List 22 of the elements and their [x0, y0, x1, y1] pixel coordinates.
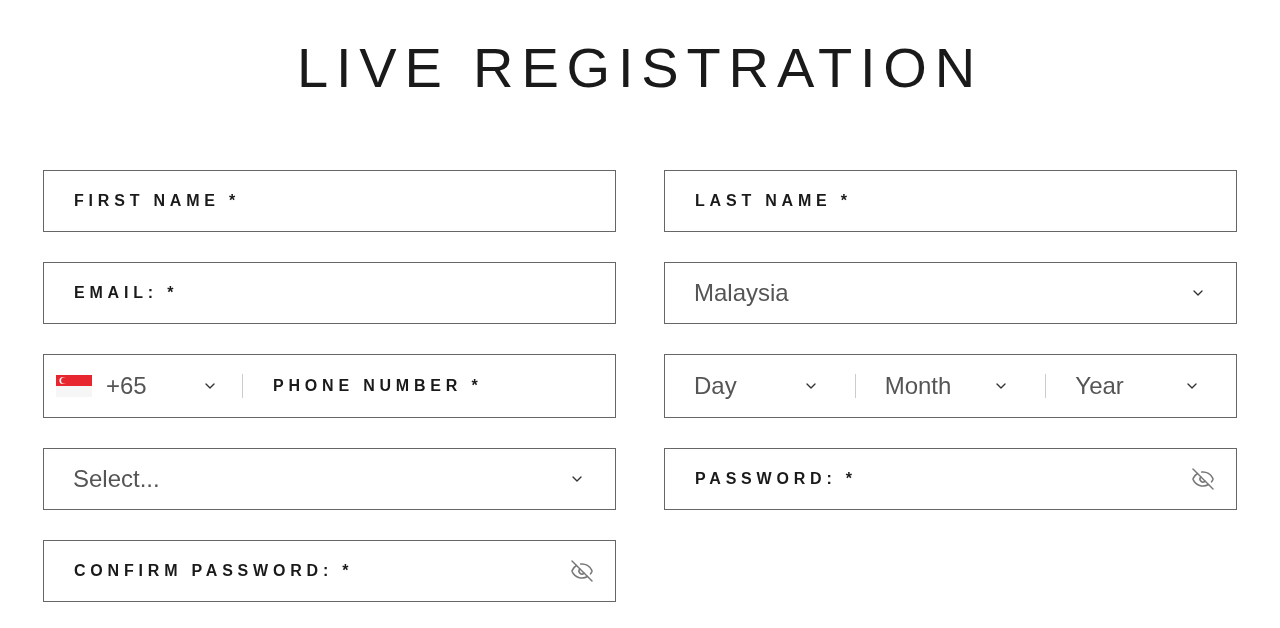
page-title: LIVE REGISTRATION: [295, 35, 985, 101]
date-select[interactable]: Year: [1046, 368, 1236, 404]
hide-password-icon[interactable]: [570, 559, 594, 583]
date-select[interactable]: Month: [855, 368, 1046, 404]
select-value: Select...: [73, 464, 160, 494]
date-part: Year: [1075, 371, 1124, 401]
country-code-select[interactable]: +65: [56, 368, 230, 404]
input-field[interactable]: FIRST NAME *: [43, 170, 616, 232]
select-value: Malaysia: [694, 278, 789, 308]
password-field[interactable]: PASSWORD: *: [664, 448, 1237, 510]
password-field[interactable]: CONFIRM PASSWORD: *: [43, 540, 616, 602]
date-part: Month: [884, 371, 952, 401]
country-code: +65: [106, 371, 148, 401]
flag-icon: [56, 375, 92, 397]
date-select[interactable]: Day: [665, 368, 855, 404]
select-field[interactable]: Malaysia: [664, 262, 1237, 324]
hide-password-icon[interactable]: [1191, 467, 1215, 491]
phone-field[interactable]: +65 PHONE NUMBER *: [43, 354, 616, 418]
input-field[interactable]: LAST NAME *: [664, 170, 1237, 232]
date-part: Day: [694, 371, 737, 401]
input-field[interactable]: EMAIL: *: [43, 262, 616, 324]
select-field[interactable]: Select...: [43, 448, 616, 510]
